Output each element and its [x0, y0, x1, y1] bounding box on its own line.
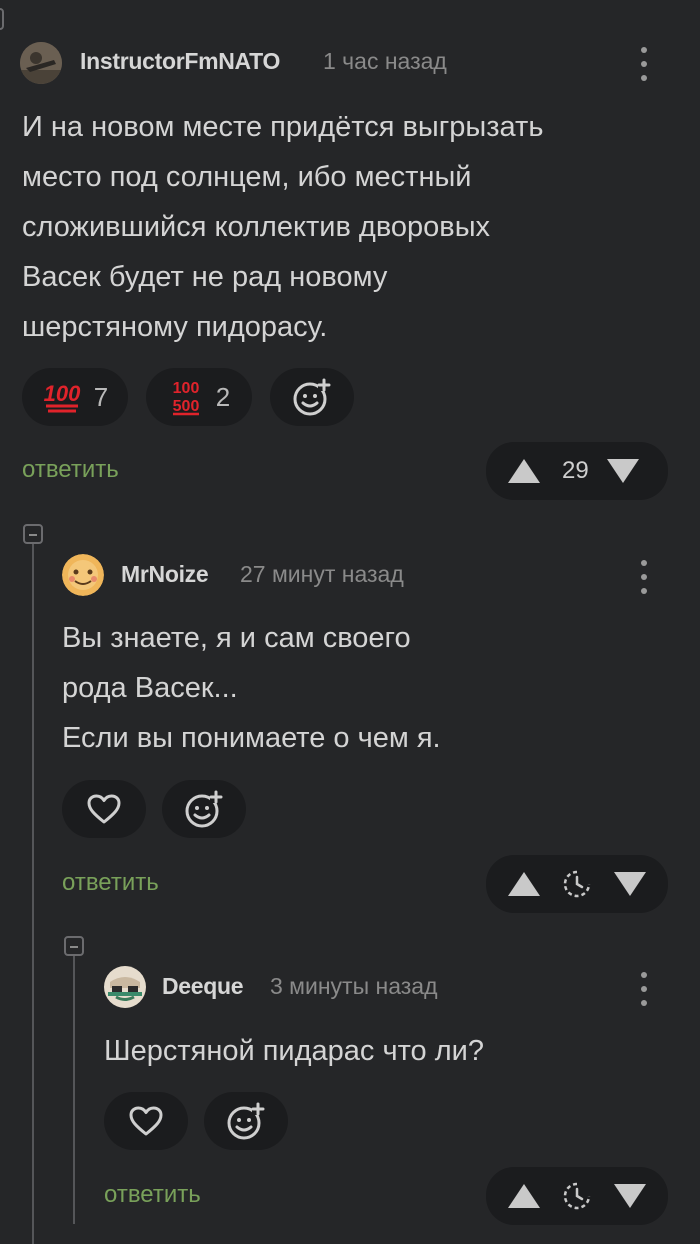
- downvote-icon[interactable]: [612, 869, 648, 899]
- add-reaction-button[interactable]: [204, 1092, 288, 1150]
- comment-author[interactable]: InstructorFmNATO: [80, 48, 280, 75]
- add-reaction-button[interactable]: [270, 368, 354, 426]
- avatar-instructor[interactable]: [20, 42, 62, 84]
- comment-text: Шерстяной пидарас что ли?: [104, 1035, 484, 1067]
- rating-pending-clock-icon: [563, 1182, 591, 1210]
- comment-time: 1 час назад: [323, 48, 447, 74]
- svg-text:500: 500: [172, 398, 199, 415]
- reaction-hundred[interactable]: 100 7: [22, 368, 128, 426]
- vote-panel: 29: [486, 442, 668, 500]
- collapse-thread-button[interactable]: [64, 936, 84, 956]
- reply-link[interactable]: ответить: [104, 1181, 201, 1209]
- svg-text:100: 100: [43, 381, 80, 406]
- heart-icon: [87, 794, 121, 824]
- thread-line: [32, 544, 34, 1244]
- vote-panel: [486, 1167, 668, 1225]
- add-reaction-button[interactable]: [162, 780, 246, 838]
- add-reaction-icon: [185, 790, 223, 828]
- reaction-count: 2: [215, 381, 231, 412]
- edge-fragment: [0, 8, 4, 30]
- upvote-icon[interactable]: [506, 869, 542, 899]
- comment-author[interactable]: Deeque: [162, 973, 244, 1000]
- downvote-icon[interactable]: [605, 456, 641, 486]
- like-button[interactable]: [104, 1092, 188, 1150]
- downvote-icon[interactable]: [612, 1181, 648, 1211]
- more-options-icon[interactable]: [639, 47, 649, 81]
- avatar-deeque[interactable]: [104, 966, 146, 1008]
- comment-text: Вы знаете, я и сам своего рода Васек... …: [62, 622, 441, 754]
- svg-text:100: 100: [172, 380, 199, 397]
- more-options-icon[interactable]: [639, 560, 649, 594]
- upvote-icon[interactable]: [506, 456, 542, 486]
- comment-time: 27 минут назад: [240, 561, 404, 587]
- heart-icon: [129, 1106, 163, 1136]
- comment-author[interactable]: MrNoize: [121, 561, 209, 588]
- reply-link[interactable]: ответить: [22, 456, 119, 484]
- reaction-count: 7: [93, 381, 109, 412]
- add-reaction-icon: [227, 1102, 265, 1140]
- rating-count: 29: [562, 457, 589, 484]
- upvote-icon[interactable]: [506, 1181, 542, 1211]
- thread-line: [73, 956, 75, 1224]
- vote-panel: [486, 855, 668, 913]
- add-reaction-icon: [293, 378, 331, 416]
- hundred-five-hundred-emoji-icon: 100 500: [172, 380, 199, 416]
- comment-time: 3 минуты назад: [270, 973, 438, 999]
- reaction-hundred-five-hundred[interactable]: 100 500 2: [146, 368, 252, 426]
- avatar-mrnoize[interactable]: [62, 554, 104, 596]
- rating-pending-clock-icon: [563, 870, 591, 898]
- reply-link[interactable]: ответить: [62, 869, 159, 897]
- comment-text: И на новом месте придётся выгрызать мест…: [22, 111, 544, 343]
- like-button[interactable]: [62, 780, 146, 838]
- more-options-icon[interactable]: [639, 972, 649, 1006]
- hundred-emoji-icon: 100: [43, 381, 81, 413]
- collapse-thread-button[interactable]: [23, 524, 43, 544]
